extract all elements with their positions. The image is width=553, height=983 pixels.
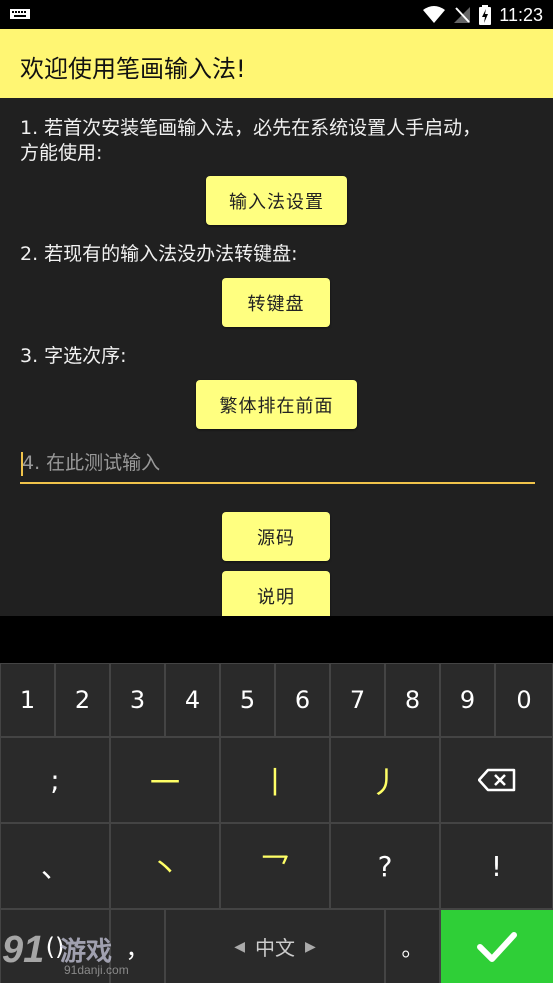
backspace-icon [477,768,515,792]
arrow-left-icon: ◀ [234,938,245,955]
watermark-number: 91 [2,929,45,971]
key-stroke-shu[interactable]: 丨 [221,738,329,822]
page-title: 欢迎使用笔画输入法! [20,55,246,83]
source-code-button[interactable]: 源码 [222,512,330,561]
help-button[interactable]: 说明 [222,571,330,616]
watermark-logo: 91 游戏 91danji.com [2,925,142,983]
spacer [0,616,553,663]
key-1[interactable]: 1 [1,664,54,736]
key-stroke-zhe[interactable]: 乛 [221,824,329,908]
key-dunhao[interactable]: 、 [1,824,109,908]
key-6[interactable]: 6 [276,664,329,736]
wifi-icon [423,6,446,23]
instruction-2: 2. 若现有的输入法没办法转键盘: [20,243,298,265]
key-stroke-dian[interactable]: 丶 [111,824,219,908]
key-question[interactable]: ? [331,824,439,908]
key-4[interactable]: 4 [166,664,219,736]
key-semicolon[interactable]: ; [1,738,109,822]
battery-charging-icon [479,5,492,25]
language-label: 中文 [255,936,295,960]
key-0[interactable]: 0 [496,664,552,736]
no-sim-icon [454,7,471,23]
key-5[interactable]: 5 [221,664,274,736]
check-icon [477,931,517,962]
main-content: 1. 若首次安装笔画输入法，必先在系统设置人手启动， 方能使用: 输入法设置 2… [0,98,553,616]
test-input[interactable] [20,444,535,484]
instruction-1: 1. 若首次安装笔画输入法，必先在系统设置人手启动， [20,117,482,139]
text-caret [21,452,23,476]
key-3[interactable]: 3 [111,664,164,736]
test-input-row [20,444,535,484]
watermark-site: 91danji.com [64,963,129,977]
status-bar: 11:23 [0,0,553,29]
key-7[interactable]: 7 [331,664,384,736]
clock: 11:23 [499,4,543,25]
instruction-1-cont: 方能使用: [20,142,103,164]
key-8[interactable]: 8 [386,664,439,736]
key-stroke-pie[interactable]: 丿 [331,738,439,822]
traditional-first-button[interactable]: 繁体排在前面 [196,380,357,429]
app-title-bar: 欢迎使用笔画输入法! [0,29,553,98]
key-9[interactable]: 9 [441,664,494,736]
arrow-right-icon: ▶ [305,938,316,955]
switch-keyboard-button[interactable]: 转键盘 [222,278,330,327]
keyboard-icon [10,9,30,19]
key-stroke-heng[interactable]: 一 [111,738,219,822]
ime-settings-button[interactable]: 输入法设置 [206,176,347,225]
key-exclaim[interactable]: ! [441,824,552,908]
backspace-key[interactable] [441,738,552,822]
key-2[interactable]: 2 [56,664,109,736]
instruction-3: 3. 字选次序: [20,345,127,367]
key-period[interactable]: 。 [386,910,439,983]
enter-key[interactable] [441,910,553,983]
language-switch-key[interactable]: ◀ 中文 ▶ [166,910,384,983]
